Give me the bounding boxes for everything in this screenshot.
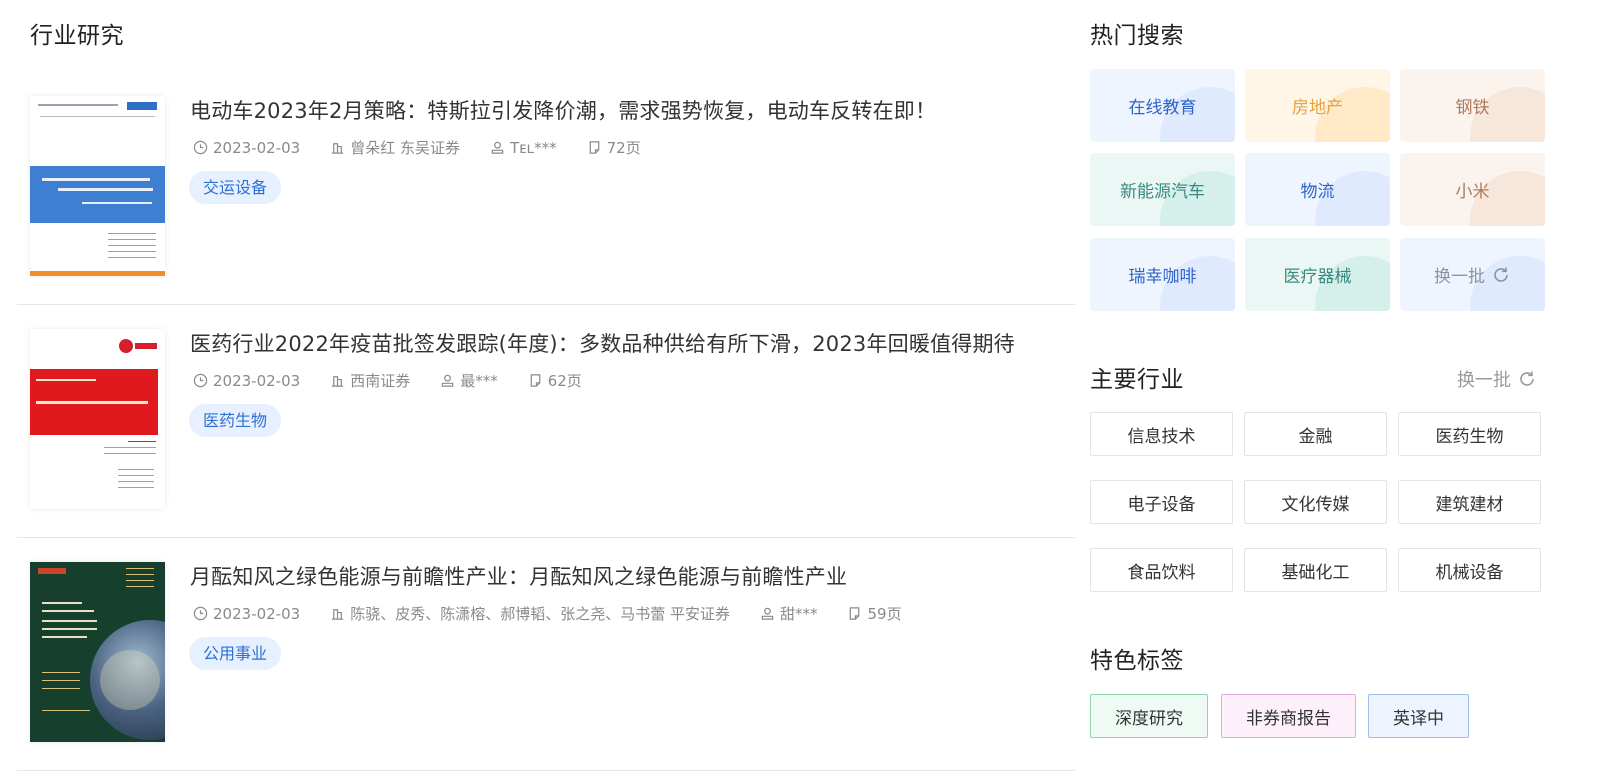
hot-search-item[interactable]: 新能源汽车: [1090, 153, 1235, 226]
report-item[interactable]: 月酝知风之绿色能源与前瞻性产业：月酝知风之绿色能源与前瞻性产业 2023-02-…: [17, 538, 1075, 771]
user-icon: [761, 607, 774, 620]
report-thumbnail[interactable]: [30, 96, 165, 276]
industry-item[interactable]: 基础化工: [1244, 548, 1387, 592]
feature-tag-deep-research[interactable]: 深度研究: [1090, 694, 1208, 738]
hot-search-item[interactable]: 物流: [1245, 153, 1390, 226]
clock-icon: [193, 140, 208, 155]
refresh-icon: [1494, 267, 1508, 282]
building-icon: [332, 143, 344, 154]
report-item[interactable]: 医药行业2022年疫苗批签发跟踪(年度)：多数品种供给有所下滑，2023年回暖值…: [17, 305, 1075, 538]
hot-search-item[interactable]: 瑞幸咖啡: [1090, 238, 1235, 311]
hot-search-item[interactable]: 医疗器械: [1245, 238, 1390, 311]
feature-tags-title: 特色标签: [1090, 648, 1184, 674]
industry-item[interactable]: 医药生物: [1398, 412, 1541, 456]
hot-search-item[interactable]: 小米: [1400, 153, 1545, 226]
report-date: 2023-02-03: [193, 139, 300, 157]
report-pages: 72页: [587, 137, 641, 158]
report-uploader: 甜***: [760, 603, 817, 624]
clock-icon: [193, 373, 208, 388]
document-icon: [589, 141, 599, 154]
industry-item[interactable]: 食品饮料: [1090, 548, 1233, 592]
report-authors: 西南证券: [330, 370, 410, 391]
report-thumbnail[interactable]: [30, 329, 165, 509]
building-icon: [332, 609, 344, 620]
clock-icon: [193, 606, 208, 621]
report-authors: 陈骁、皮秀、陈潇榕、郝博韬、张之尧、马书蕾 平安证券: [330, 603, 730, 624]
hot-search-title: 热门搜索: [1090, 23, 1184, 49]
document-icon: [850, 607, 860, 620]
report-thumbnail[interactable]: [30, 562, 165, 742]
user-icon: [441, 374, 454, 387]
industry-item[interactable]: 电子设备: [1090, 480, 1233, 524]
industry-tag[interactable]: 公用事业: [189, 637, 282, 670]
report-pages: 59页: [847, 603, 902, 624]
feature-tag-translated[interactable]: 英译中: [1368, 694, 1469, 738]
industry-tag[interactable]: 交运设备: [189, 171, 282, 204]
section-title: 行业研究: [30, 23, 124, 49]
report-meta: 2023-02-03 曾朵红 东吴证券 Tᴇʟ*** 72页: [193, 137, 671, 158]
sidebar: 热门搜索 在线教育 房地产 钢铁 新能源汽车 物流 小米 瑞幸咖啡 医疗器械 换…: [1090, 0, 1618, 776]
hot-search-item[interactable]: 钢铁: [1400, 69, 1545, 142]
report-date: 2023-02-03: [193, 372, 300, 390]
feature-tag-non-broker-report[interactable]: 非券商报告: [1221, 694, 1356, 738]
main-industry-title: 主要行业: [1090, 367, 1184, 393]
report-authors: 曾朵红 东吴证券: [330, 137, 460, 158]
user-icon: [491, 141, 504, 154]
industry-item[interactable]: 建筑建材: [1398, 480, 1541, 524]
industry-item[interactable]: 文化传媒: [1244, 480, 1387, 524]
industry-item[interactable]: 金融: [1244, 412, 1387, 456]
report-meta: 2023-02-03 陈骁、皮秀、陈潇榕、郝博韬、张之尧、马书蕾 平安证券 甜*…: [193, 603, 932, 624]
industry-item[interactable]: 信息技术: [1090, 412, 1233, 456]
report-uploader: 最***: [440, 370, 498, 391]
industry-tag[interactable]: 医药生物: [189, 404, 282, 437]
hot-search-item[interactable]: 房地产: [1245, 69, 1390, 142]
report-date: 2023-02-03: [193, 605, 300, 623]
industry-item[interactable]: 机械设备: [1398, 548, 1541, 592]
building-icon: [332, 376, 344, 387]
report-item[interactable]: 电动车2023年2月策略：特斯拉引发降价潮，需求强势恢复，电动车反转在即！ 20…: [17, 72, 1075, 305]
report-pages: 62页: [528, 370, 582, 391]
main-industry-refresh-button[interactable]: 换一批: [1457, 366, 1537, 392]
report-title[interactable]: 月酝知风之绿色能源与前瞻性产业：月酝知风之绿色能源与前瞻性产业: [190, 561, 847, 591]
hot-search-item[interactable]: 在线教育: [1090, 69, 1235, 142]
research-list-panel: 行业研究 电动车2023年2月策略：特斯拉引发降价潮，需求强势恢复，电动车反转在…: [0, 0, 1075, 776]
document-icon: [530, 374, 541, 387]
report-meta: 2023-02-03 西南证券 最*** 62页: [193, 370, 612, 391]
refresh-icon: [1520, 371, 1534, 386]
hot-search-refresh-button[interactable]: 换一批: [1400, 238, 1545, 311]
report-uploader: Tᴇʟ***: [490, 139, 557, 157]
report-title[interactable]: 医药行业2022年疫苗批签发跟踪(年度)：多数品种供给有所下滑，2023年回暖值…: [190, 328, 1015, 358]
report-title[interactable]: 电动车2023年2月策略：特斯拉引发降价潮，需求强势恢复，电动车反转在即！: [190, 95, 936, 125]
